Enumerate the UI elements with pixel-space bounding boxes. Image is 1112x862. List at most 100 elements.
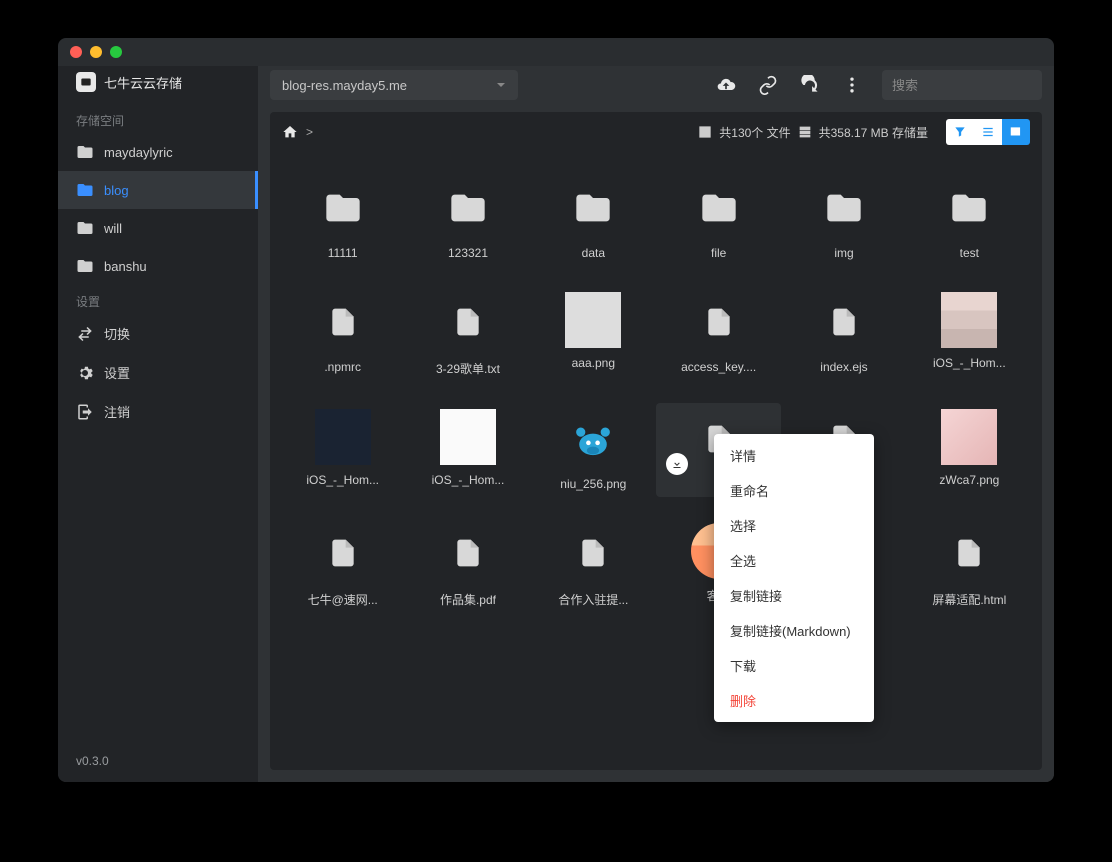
file-name-label: data	[582, 246, 605, 260]
file-item[interactable]: 合作入驻提...	[531, 517, 656, 614]
file-item[interactable]: 作品集.pdf	[405, 517, 530, 614]
content-panel: > 共130个 文件 共358.17 MB 存储量	[270, 112, 1042, 770]
ctx-download[interactable]: 下载	[714, 648, 874, 683]
search-input[interactable]	[892, 78, 1054, 93]
file-name-label: 123321	[448, 246, 488, 260]
app-logo: 七牛云云存储	[58, 66, 258, 104]
version-label: v0.3.0	[58, 740, 258, 782]
path-bar: > 共130个 文件 共358.17 MB 存储量	[270, 112, 1042, 152]
bucket-selector[interactable]: blog-res.mayday5.me	[270, 70, 518, 100]
folder-icon	[76, 257, 94, 275]
folder-icon	[76, 143, 94, 161]
file-name-label: index.ejs	[820, 360, 867, 374]
document-icon	[563, 523, 623, 583]
ctx-copy-markdown[interactable]: 复制链接(Markdown)	[714, 613, 874, 648]
folder-icon	[313, 178, 373, 238]
sidebar-section-storage: 存储空间	[58, 104, 258, 133]
niu-logo-icon	[563, 409, 623, 469]
file-item[interactable]: .npmrc	[280, 286, 405, 383]
image-thumbnail	[440, 409, 496, 465]
file-name-label: 合作入驻提...	[558, 591, 628, 608]
file-item[interactable]: file	[656, 172, 781, 266]
sidebar-bucket-banshu[interactable]: banshu	[58, 247, 258, 285]
file-item[interactable]: niu_256.png	[531, 403, 656, 497]
download-badge[interactable]	[666, 453, 688, 475]
gear-icon	[76, 364, 94, 382]
home-icon[interactable]	[282, 124, 298, 140]
logout-icon	[76, 403, 94, 421]
file-grid: 11111 123321 data file img test .npmrc3-29歌单.t…	[280, 172, 1032, 614]
file-item[interactable]: 3-29歌单.txt	[405, 286, 530, 383]
link-button[interactable]	[756, 73, 780, 97]
ctx-detail[interactable]: 详情	[714, 438, 874, 473]
sidebar-bucket-will[interactable]: will	[58, 209, 258, 247]
sidebar-settings[interactable]: 设置	[58, 353, 258, 392]
file-item[interactable]: data	[531, 172, 656, 266]
ctx-select-all[interactable]: 全选	[714, 543, 874, 578]
file-name-label: img	[834, 246, 853, 260]
document-icon	[814, 292, 874, 352]
sidebar-switch[interactable]: 切换	[58, 314, 258, 353]
list-view-button[interactable]	[974, 119, 1002, 145]
file-item[interactable]: index.ejs	[781, 286, 906, 383]
sidebar-logout[interactable]: 注销	[58, 392, 258, 431]
file-item[interactable]: img	[781, 172, 906, 266]
link-icon	[758, 75, 778, 95]
file-name-label: zWca7.png	[939, 473, 999, 487]
file-item[interactable]: 七牛@速网...	[280, 517, 405, 614]
image-thumbnail	[565, 292, 621, 348]
more-vert-icon	[842, 75, 862, 95]
image-thumbnail	[941, 409, 997, 465]
grid-view-button[interactable]	[1002, 119, 1030, 145]
cloud-upload-icon	[716, 75, 736, 95]
refresh-icon	[800, 75, 820, 95]
file-name-label: iOS_-_Hom...	[306, 473, 379, 487]
upload-button[interactable]	[714, 73, 738, 97]
file-name-label: niu_256.png	[560, 477, 626, 491]
ctx-copy-link[interactable]: 复制链接	[714, 578, 874, 613]
close-window-button[interactable]	[70, 46, 82, 58]
file-item[interactable]: iOS_-_Hom...	[907, 286, 1032, 383]
file-name-label: test	[960, 246, 979, 260]
file-item[interactable]: iOS_-_Hom...	[280, 403, 405, 497]
breadcrumb-sep: >	[306, 125, 313, 139]
file-name-label: file	[711, 246, 726, 260]
image-thumbnail	[315, 409, 371, 465]
file-item[interactable]: test	[907, 172, 1032, 266]
file-name-label: access_key....	[681, 360, 756, 374]
main-pane: blog-res.mayday5.me	[258, 66, 1054, 782]
sidebar-bucket-maydaylyric[interactable]: maydaylyric	[58, 133, 258, 171]
file-item[interactable]: zWca7.png	[907, 403, 1032, 497]
folder-icon	[689, 178, 749, 238]
file-item[interactable]: aaa.png	[531, 286, 656, 383]
filter-icon	[953, 125, 967, 139]
file-item[interactable]: iOS_-_Hom...	[405, 403, 530, 497]
folder-icon	[563, 178, 623, 238]
more-button[interactable]	[840, 73, 864, 97]
file-name-label: 作品集.pdf	[440, 591, 496, 608]
file-item[interactable]: access_key....	[656, 286, 781, 383]
file-item[interactable]: 11111	[280, 172, 405, 266]
file-item[interactable]: 123321	[405, 172, 530, 266]
maximize-window-button[interactable]	[110, 46, 122, 58]
document-icon	[313, 523, 373, 583]
sidebar-bucket-blog[interactable]: blog	[58, 171, 258, 209]
file-grid-area: 11111 123321 data file img test .npmrc3-29歌单.t…	[270, 152, 1042, 770]
view-toggle	[946, 119, 1030, 145]
filter-view-button[interactable]	[946, 119, 974, 145]
app-window: 七牛云云存储 存储空间 maydaylyricblogwillbanshu 设置…	[58, 38, 1054, 782]
sidebar: 七牛云云存储 存储空间 maydaylyricblogwillbanshu 设置…	[58, 66, 258, 782]
refresh-button[interactable]	[798, 73, 822, 97]
ctx-rename[interactable]: 重命名	[714, 473, 874, 508]
ctx-delete[interactable]: 删除	[714, 683, 874, 718]
list-icon	[981, 125, 995, 139]
document-icon	[689, 292, 749, 352]
toolbar: blog-res.mayday5.me	[258, 66, 1054, 104]
search-box[interactable]	[882, 70, 1042, 100]
file-name-label: iOS_-_Hom...	[933, 356, 1006, 370]
document-icon	[939, 523, 999, 583]
ctx-select[interactable]: 选择	[714, 508, 874, 543]
minimize-window-button[interactable]	[90, 46, 102, 58]
file-item[interactable]: 屏幕适配.html	[907, 517, 1032, 614]
app-title: 七牛云云存储	[104, 73, 182, 92]
